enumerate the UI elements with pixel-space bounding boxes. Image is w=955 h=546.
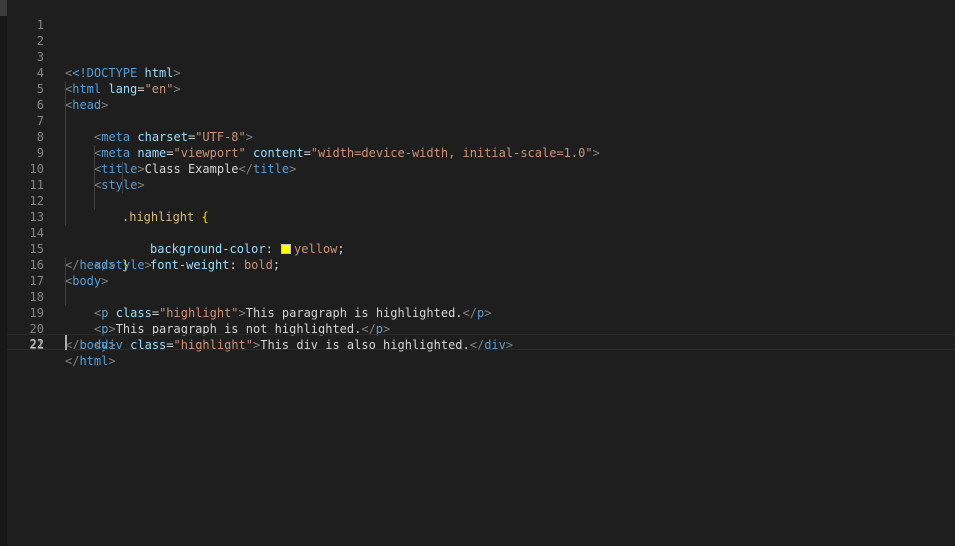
indent-guide bbox=[94, 145, 95, 161]
indent-guide bbox=[65, 129, 66, 145]
code-line[interactable]: 1 bbox=[7, 1, 955, 32]
line-number: 22 bbox=[29, 337, 44, 351]
code-line[interactable]: 11 background-color: yellow; bbox=[7, 161, 955, 256]
indent-guide bbox=[122, 161, 123, 177]
activity-strip bbox=[0, 0, 7, 546]
scroll-position-marker[interactable] bbox=[0, 0, 7, 16]
indent-guide bbox=[65, 113, 66, 129]
indent-guide bbox=[65, 145, 66, 161]
code-line[interactable]: 7 <meta name="viewport" content="width=d… bbox=[7, 97, 955, 160]
indent-guide bbox=[65, 177, 66, 193]
code-line[interactable]: 10 .highlight { bbox=[7, 145, 955, 224]
code-line[interactable]: 18 <p>This paragraph is not highlighted.… bbox=[7, 273, 955, 336]
indent-guide bbox=[94, 193, 95, 209]
code-line[interactable]: 19 <div class="highlight">This div is al… bbox=[7, 289, 955, 352]
code-line[interactable]: 13 } bbox=[7, 193, 955, 272]
tag-name: html bbox=[79, 354, 109, 368]
indent-guide bbox=[65, 257, 66, 273]
code-editor[interactable]: 1 2 3 <<!DOCTYPE html> 4 <html lang="en"… bbox=[7, 0, 955, 546]
code-line[interactable]: 14 </style> bbox=[7, 209, 955, 272]
indent-guide bbox=[65, 81, 66, 97]
current-line[interactable]: 22 bbox=[7, 334, 955, 351]
code-line[interactable]: 2 bbox=[7, 17, 955, 48]
code-line[interactable]: 5 <head> bbox=[7, 65, 955, 112]
indent-guide bbox=[65, 209, 66, 225]
indent-guide bbox=[94, 161, 95, 177]
indent-guide bbox=[65, 193, 66, 209]
indent-guide bbox=[122, 177, 123, 193]
text-cursor bbox=[65, 335, 67, 350]
code-line[interactable]: 3 <<!DOCTYPE html> bbox=[7, 33, 955, 80]
indent-guide bbox=[65, 161, 66, 177]
code-line[interactable]: 4 <html lang="en"> bbox=[7, 49, 955, 96]
code-line[interactable]: 12 font-weight: bold; bbox=[7, 177, 955, 272]
code-line[interactable]: 17 <p class="highlight">This paragraph i… bbox=[7, 257, 955, 320]
code-line[interactable]: 6 <meta charset="UTF-8"> bbox=[7, 81, 955, 144]
code-line[interactable]: 8 <title>Class Example</title> bbox=[7, 113, 955, 176]
indent-guide bbox=[65, 273, 66, 289]
code-line[interactable]: 15 </head> bbox=[7, 225, 955, 272]
indent-guide bbox=[65, 97, 66, 113]
code-line[interactable]: 16 <body> bbox=[7, 241, 955, 288]
code-line[interactable]: 20 </body> bbox=[7, 305, 955, 352]
code-content bbox=[65, 335, 67, 351]
indent-guide bbox=[65, 289, 66, 305]
code-line[interactable]: 9 <style> bbox=[7, 129, 955, 192]
indent-guide bbox=[94, 177, 95, 193]
code-content: </html> bbox=[65, 354, 116, 368]
